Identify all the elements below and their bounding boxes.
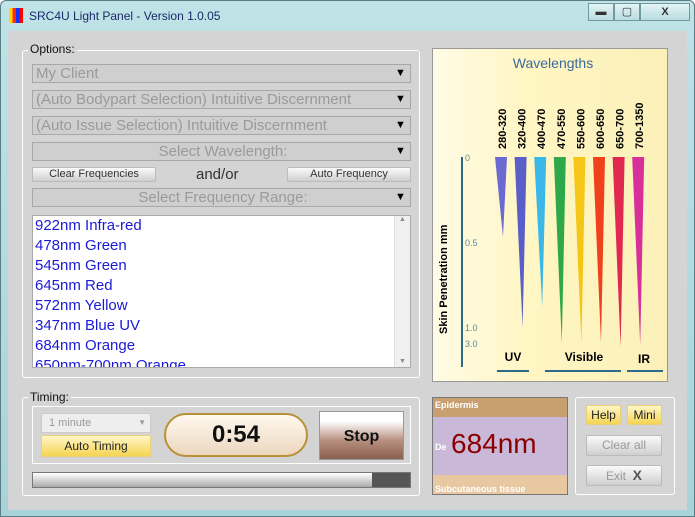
wavelength-chart: Wavelengths Skin Penetration mm 0 0.5 1.0 3… bbox=[438, 55, 663, 372]
penetration-wedge bbox=[573, 157, 586, 343]
list-item[interactable]: 684nm Orange bbox=[33, 336, 410, 356]
duration-value: 1 minute bbox=[49, 417, 92, 429]
andor-label: and/or bbox=[196, 166, 239, 183]
scroll-up-icon[interactable]: ▲ bbox=[395, 216, 410, 223]
list-item[interactable]: 650nm-700nm Orange bbox=[33, 356, 410, 367]
auto-frequency-button[interactable]: Auto Frequency bbox=[287, 167, 411, 182]
wavelength-chart-panel: Wavelengths Skin Penetration mm 0 0.5 1.0 3… bbox=[432, 48, 668, 382]
chart-title: Wavelengths bbox=[513, 55, 593, 71]
options-label: Options: bbox=[28, 42, 77, 56]
frequency-range-select[interactable]: Select Frequency Range: ▼ bbox=[32, 188, 411, 207]
chevron-down-icon: ▼ bbox=[395, 145, 406, 157]
clear-frequencies-button[interactable]: Clear Frequencies bbox=[32, 167, 156, 182]
issue-value: (Auto Issue Selection) Intuitive Discern… bbox=[36, 117, 327, 134]
epidermis-label: Epidermis bbox=[435, 400, 479, 410]
frequency-list[interactable]: 922nm Infra-red 478nm Green 545nm Green 645… bbox=[32, 215, 411, 368]
list-item[interactable]: 645nm Red bbox=[33, 276, 410, 296]
duration-select[interactable]: 1 minute ▼ bbox=[41, 413, 151, 433]
timer-display: 0:54 bbox=[164, 413, 308, 457]
band-label: 600-650 bbox=[595, 109, 607, 149]
band-label: 470-550 bbox=[556, 109, 568, 149]
axis-tick: 3.0 bbox=[465, 339, 478, 349]
current-wavelength: 684nm bbox=[451, 428, 537, 459]
stop-button[interactable]: Stop bbox=[319, 411, 404, 460]
auto-timing-button[interactable]: Auto Timing bbox=[41, 435, 151, 457]
exit-x-icon: X bbox=[632, 467, 643, 483]
penetration-wedge bbox=[593, 157, 605, 343]
penetration-wedge bbox=[632, 157, 645, 345]
mini-button[interactable]: Mini bbox=[627, 405, 662, 425]
list-item[interactable]: 572nm Yellow bbox=[33, 296, 410, 316]
subcutaneous-label: Subcutaneous tissue bbox=[435, 484, 526, 494]
chevron-down-icon: ▼ bbox=[395, 191, 406, 203]
band-label: 650-700 bbox=[615, 109, 627, 149]
window-title: SRC4U Light Panel - Version 1.0.05 bbox=[29, 9, 221, 23]
axis-tick: 0.5 bbox=[465, 238, 478, 248]
penetration-wedge bbox=[514, 157, 527, 327]
penetration-wedge bbox=[534, 157, 547, 307]
axis-label: Skin Penetration mm bbox=[438, 224, 450, 334]
client-select[interactable]: My Client ▼ bbox=[32, 64, 411, 83]
penetration-wedge bbox=[553, 157, 566, 343]
bodypart-select[interactable]: (Auto Bodypart Selection) Intuitive Disc… bbox=[32, 90, 411, 109]
axis-tick: 1.0 bbox=[465, 323, 478, 333]
group-ir: IR bbox=[638, 352, 650, 366]
dermis-label: De bbox=[435, 442, 447, 452]
list-item[interactable]: 347nm Blue UV bbox=[33, 316, 410, 336]
wavelength-select[interactable]: Select Wavelength: ▼ bbox=[32, 142, 411, 161]
band-label: 550-600 bbox=[575, 109, 587, 149]
timing-progress-bar bbox=[32, 472, 411, 488]
scroll-down-icon[interactable]: ▼ bbox=[395, 358, 410, 365]
list-item[interactable]: 545nm Green bbox=[33, 256, 410, 276]
exit-label: Exit bbox=[605, 469, 626, 483]
penetration-wedge bbox=[495, 157, 507, 237]
frequency-range-value: Select Frequency Range: bbox=[138, 189, 308, 206]
band-label: 320-400 bbox=[517, 109, 529, 149]
list-item[interactable]: 922nm Infra-red bbox=[33, 216, 410, 236]
exit-button[interactable]: Exit X bbox=[586, 465, 662, 486]
issue-select[interactable]: (Auto Issue Selection) Intuitive Discern… bbox=[32, 116, 411, 135]
axis-tick: 0 bbox=[465, 153, 470, 163]
list-scrollbar[interactable]: ▲ ▼ bbox=[394, 216, 410, 367]
band-label: 280-320 bbox=[497, 109, 509, 149]
band-label: 700-1350 bbox=[634, 103, 646, 150]
penetration-wedge bbox=[612, 157, 625, 347]
close-button[interactable]: X bbox=[640, 3, 690, 21]
band-label: 400-470 bbox=[536, 109, 548, 149]
help-button[interactable]: Help bbox=[586, 405, 621, 425]
minimize-button[interactable]: ▬ bbox=[588, 3, 614, 21]
group-uv: UV bbox=[505, 350, 522, 364]
progress-fill bbox=[33, 473, 373, 487]
group-visible: Visible bbox=[565, 350, 604, 364]
chevron-down-icon: ▼ bbox=[395, 119, 406, 131]
bodypart-value: (Auto Bodypart Selection) Intuitive Disc… bbox=[36, 91, 352, 108]
app-logo-icon bbox=[9, 8, 23, 23]
timing-label: Timing: bbox=[28, 390, 71, 404]
chevron-down-icon: ▼ bbox=[395, 93, 406, 105]
list-item[interactable]: 478nm Green bbox=[33, 236, 410, 256]
clear-all-button[interactable]: Clear all bbox=[586, 435, 662, 456]
chevron-down-icon: ▼ bbox=[395, 67, 406, 79]
wavelength-value: Select Wavelength: bbox=[158, 143, 288, 160]
chevron-down-icon: ▼ bbox=[138, 418, 146, 427]
maximize-button[interactable]: ▢ bbox=[614, 3, 640, 21]
skin-preview-image: Epidermis De 684nm Subcutaneous tissue bbox=[432, 397, 568, 495]
client-value: My Client bbox=[36, 65, 99, 82]
